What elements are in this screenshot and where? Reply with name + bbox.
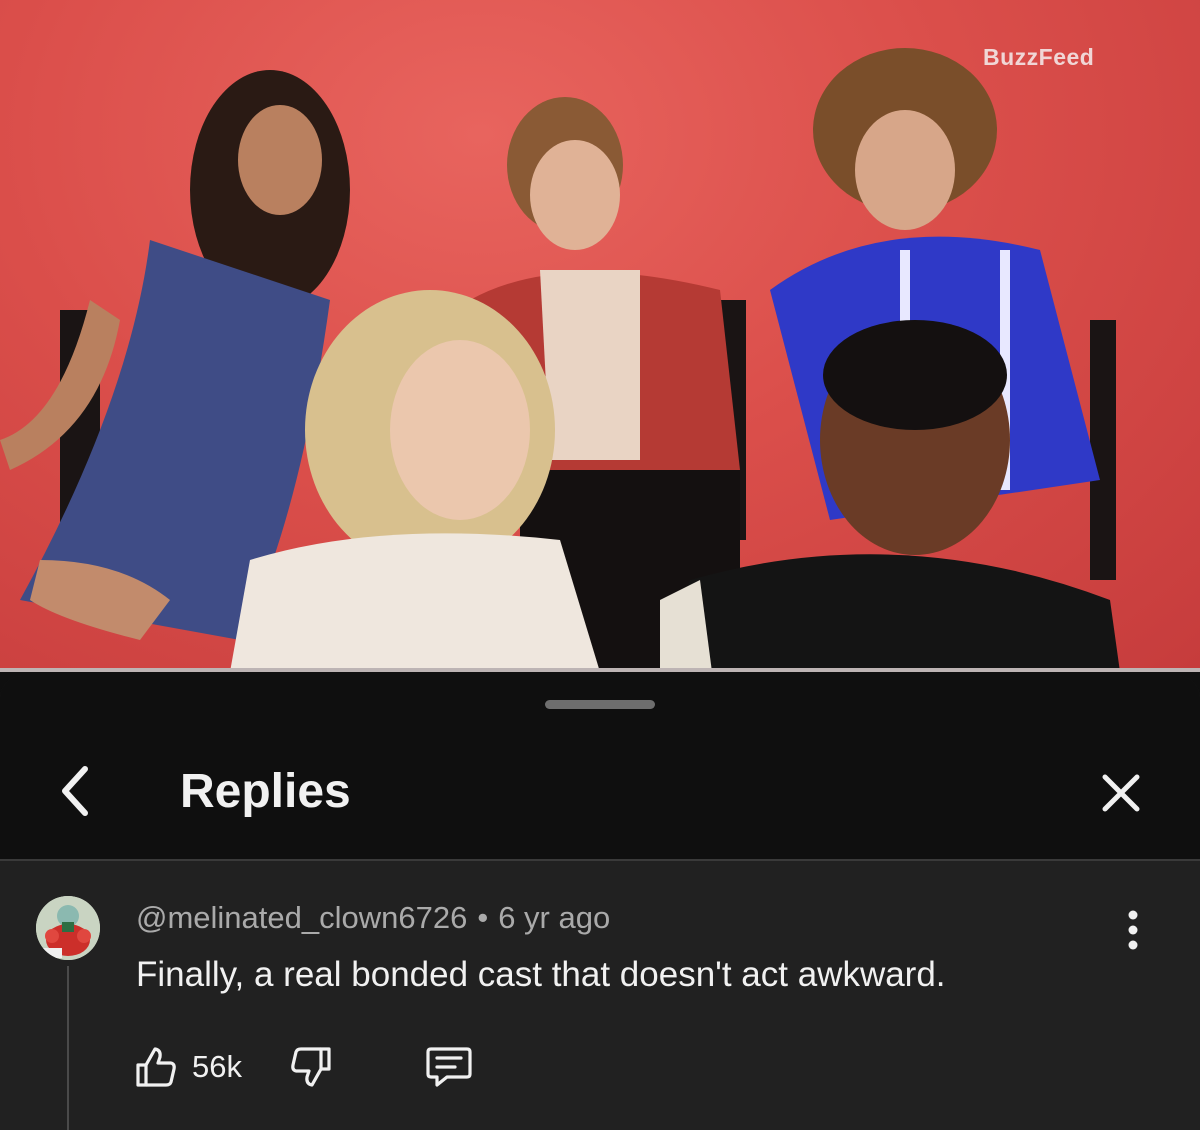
dislike-button[interactable]	[286, 1042, 336, 1092]
close-button[interactable]	[1094, 766, 1148, 820]
more-vert-icon	[1128, 910, 1138, 950]
comment-age: 6 yr ago	[498, 900, 611, 935]
video-frame	[0, 48, 1120, 672]
drag-handle[interactable]	[545, 700, 655, 709]
close-icon	[1102, 774, 1140, 812]
replies-sheet: Replies @melinated_clown6726 • 6 yr ago Fi…	[0, 676, 1200, 1130]
avatar[interactable]	[36, 896, 100, 960]
thumb-down-icon	[291, 1047, 331, 1087]
thread-line	[67, 966, 69, 1130]
reply-comment-icon	[426, 1047, 472, 1087]
comment-text: Finally, a real bonded cast that doesn't…	[136, 955, 946, 994]
meta-separator: •	[477, 900, 489, 935]
header-divider	[0, 859, 1200, 861]
progress-bar[interactable]	[0, 668, 1200, 672]
comment-menu-button[interactable]	[1113, 908, 1153, 952]
video-player[interactable]: BuzzFeed	[0, 0, 1200, 672]
reply-button[interactable]	[424, 1042, 474, 1092]
chevron-left-icon	[62, 766, 88, 816]
comment-author[interactable]: @melinated_clown6726	[136, 900, 467, 935]
comment-meta: @melinated_clown6726 • 6 yr ago	[136, 900, 610, 936]
thumb-up-icon	[136, 1047, 176, 1087]
sheet-title: Replies	[180, 765, 351, 818]
like-count: 56k	[192, 1049, 242, 1084]
avatar-image	[36, 896, 100, 960]
back-button[interactable]	[50, 760, 100, 822]
sheet-header: Replies	[0, 676, 1200, 860]
watermark-logo: BuzzFeed	[983, 44, 1095, 70]
like-button[interactable]: 56k	[134, 1042, 254, 1092]
